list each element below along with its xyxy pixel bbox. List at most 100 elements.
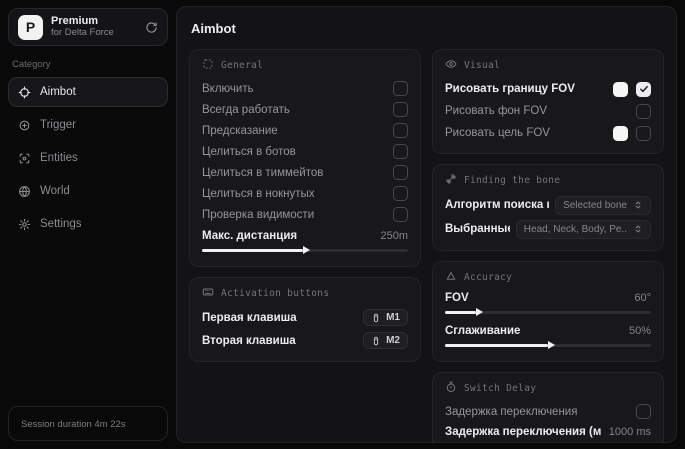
bone-row-selected: Выбранные кос Head, Neck, Body, Pe.. — [445, 217, 651, 241]
color-swatch[interactable] — [613, 125, 628, 141]
keybind-row-primary: Первая клавиша M1 — [202, 306, 408, 329]
bone-icon — [445, 173, 457, 188]
panel-activation-buttons: Activation buttons Первая клавиша M1 Вто… — [189, 277, 421, 362]
sidebar-item-label: Entities — [40, 152, 78, 164]
keybind-primary-button[interactable]: M1 — [363, 309, 408, 326]
bone-algorithm-select[interactable]: Selected bone — [555, 195, 651, 215]
max-distance-labels: Макс. дистанция 250m — [202, 228, 408, 243]
sidebar-item-label: Trigger — [40, 119, 76, 131]
setting-label: Целиться в тиммейтов — [202, 166, 324, 179]
setting-row-target-knocked: Целиться в нокнутых — [202, 183, 408, 204]
unfold-icon — [635, 225, 641, 233]
slider-value: 60° — [634, 291, 651, 304]
scan-entities-icon — [18, 152, 31, 165]
refresh-icon[interactable] — [145, 21, 158, 34]
color-swatch[interactable] — [613, 81, 628, 97]
panel-columns: General Включить Всегда работать Предска… — [189, 49, 664, 442]
switch-delay-toggle-row: Задержка переключения — [445, 401, 651, 422]
setting-label: Целиться в ботов — [202, 145, 296, 158]
main-panel: Aimbot General Включить Всегда работать … — [176, 6, 677, 443]
brand-subtitle: for Delta Force — [51, 26, 114, 38]
selected-bones-select[interactable]: Head, Neck, Body, Pe.. — [515, 219, 651, 239]
keybind-row-secondary: Вторая клавиша M2 — [202, 329, 408, 352]
slider-label: FOV — [445, 291, 469, 304]
sidebar-item-label: World — [40, 185, 70, 197]
sidebar-item-trigger[interactable]: Trigger — [8, 110, 168, 140]
checkbox-fov-target[interactable] — [636, 125, 651, 141]
slider-label: Задержка переключения (мс) — [445, 425, 601, 438]
panel-switch-delay: Switch Delay Задержка переключения Задер… — [432, 372, 664, 443]
slider-thumb[interactable] — [548, 341, 555, 349]
sidebar-item-label: Settings — [40, 218, 82, 230]
checkbox-visibility-check[interactable] — [393, 207, 408, 222]
fov-slider[interactable] — [445, 308, 651, 317]
checkbox-fov-border[interactable] — [636, 81, 651, 97]
slider-thumb[interactable] — [302, 246, 310, 254]
panel-visual-header: Visual — [445, 58, 651, 73]
panel-activation-header: Activation buttons — [202, 286, 408, 301]
brand-title: Premium — [51, 15, 99, 28]
max-distance-slider[interactable] — [202, 246, 408, 255]
panel-visual: Visual Рисовать границу FOV Рисовать фон… — [432, 49, 664, 154]
checkbox-target-bots[interactable] — [393, 144, 408, 159]
bone-row-algorithm: Алгоритм поиска кост Selected bone — [445, 193, 651, 217]
slider-thumb[interactable] — [475, 308, 483, 316]
slider-fill — [445, 341, 555, 349]
visual-row-fov-background: Рисовать фон FOV — [445, 100, 651, 122]
checkbox-target-teammates[interactable] — [393, 165, 408, 180]
panel-general-header: General — [202, 58, 408, 73]
sidebar-nav: Aimbot Trigger Entities World Settings — [8, 77, 168, 242]
keybind-value: M2 — [386, 335, 400, 346]
trigger-icon — [18, 119, 31, 132]
slider-value: 1000 ms — [608, 425, 651, 438]
max-distance-group: Макс. дистанция 250m — [202, 228, 408, 255]
triangle-gauge-icon — [445, 270, 457, 285]
switch-delay-labels: Задержка переключения (мс) 1000 ms — [445, 424, 651, 439]
brand-card: P Premium for Delta Force — [8, 8, 168, 46]
checkbox-target-knocked[interactable] — [393, 186, 408, 201]
brand-text: Premium for Delta Force — [51, 15, 114, 39]
right-column: Visual Рисовать границу FOV Рисовать фон… — [432, 49, 664, 442]
fov-labels: FOV 60° — [445, 290, 651, 305]
app-logo: P — [18, 14, 43, 40]
visual-controls — [636, 103, 651, 119]
keybind-secondary-button[interactable]: M2 — [363, 332, 408, 349]
setting-row-target-bots: Целиться в ботов — [202, 141, 408, 162]
visual-controls — [613, 125, 651, 141]
checkbox-switch-delay[interactable] — [636, 404, 651, 419]
checkbox-fov-background[interactable] — [636, 103, 651, 119]
setting-label: Включить — [202, 82, 254, 95]
sidebar-item-settings[interactable]: Settings — [8, 209, 168, 239]
globe-icon — [18, 185, 31, 198]
smoothing-slider-group: Сглаживание 50% — [445, 323, 651, 350]
slider-label: Сглаживание — [445, 324, 521, 337]
slider-value: 250m — [380, 229, 408, 242]
slider-thumb[interactable] — [466, 442, 473, 443]
mouse-icon — [371, 313, 381, 323]
visual-controls — [613, 81, 651, 97]
checkbox-prediction[interactable] — [393, 123, 408, 138]
sidebar-item-aimbot[interactable]: Aimbot — [8, 77, 168, 107]
sidebar-item-entities[interactable]: Entities — [8, 143, 168, 173]
session-duration: Session duration 4m 22s — [8, 406, 168, 441]
panel-accuracy: Accuracy FOV 60° Сглаживание 50% — [432, 261, 664, 362]
checkbox-always-work[interactable] — [393, 102, 408, 117]
stopwatch-icon — [445, 381, 457, 396]
sidebar-item-label: Aimbot — [40, 86, 76, 98]
gear-icon — [18, 218, 31, 231]
page-title: Aimbot — [191, 21, 236, 36]
sidebar-item-world[interactable]: World — [8, 176, 168, 206]
select-value: Head, Neck, Body, Pe.. — [523, 223, 627, 235]
mouse-icon — [371, 336, 381, 346]
smoothing-labels: Сглаживание 50% — [445, 323, 651, 338]
setting-label: Рисовать границу FOV — [445, 83, 575, 95]
panel-switch-delay-header: Switch Delay — [445, 381, 651, 396]
checkbox-enable[interactable] — [393, 81, 408, 96]
smoothing-slider[interactable] — [445, 341, 651, 350]
dashed-box-icon — [202, 58, 214, 73]
keyboard-icon — [202, 286, 214, 301]
setting-label: Выбранные кос — [445, 223, 510, 235]
left-column: General Включить Всегда работать Предска… — [189, 49, 421, 432]
switch-delay-slider[interactable] — [445, 442, 651, 443]
setting-label: Предсказание — [202, 124, 278, 137]
